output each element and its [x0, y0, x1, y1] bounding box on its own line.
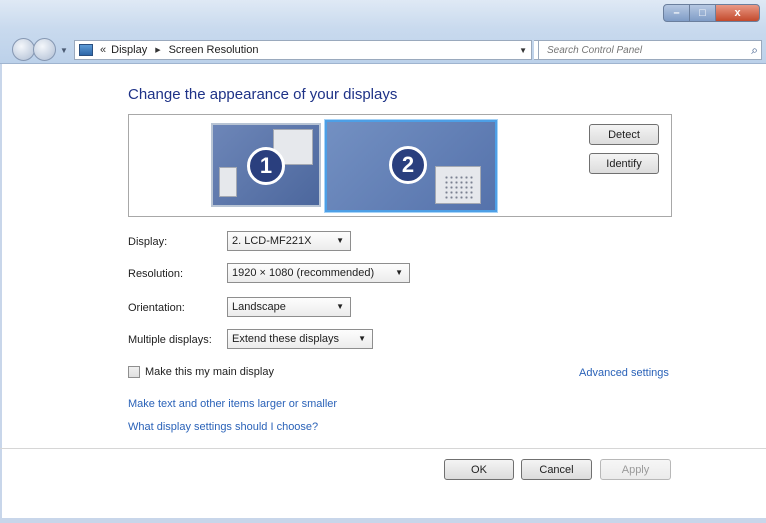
- monitor-2-thumbnail[interactable]: 2: [325, 120, 497, 212]
- window-controls: – □ x: [663, 4, 760, 24]
- address-dropdown-icon[interactable]: ▼: [519, 46, 527, 55]
- monitor-number-badge: 2: [389, 146, 427, 184]
- identify-button[interactable]: Identify: [589, 153, 659, 174]
- breadcrumb-separator-icon[interactable]: ▶: [155, 46, 160, 54]
- main-display-option[interactable]: Make this my main display: [128, 366, 274, 378]
- multiple-displays-select[interactable]: Extend these displays ▼: [227, 329, 373, 349]
- close-button[interactable]: x: [716, 4, 760, 22]
- chevron-down-icon: ▼: [395, 268, 403, 277]
- title-bar: – □ x ▼ « Display ▶ Screen Resolution ▼ …: [0, 0, 766, 64]
- apply-button[interactable]: Apply: [600, 459, 671, 480]
- navigation-bar: ▼ « Display ▶ Screen Resolution ▼ ↻ ⌕: [12, 38, 762, 62]
- monitor-number-badge: 1: [247, 147, 285, 185]
- window-preview-icon: [219, 167, 237, 197]
- chevron-down-icon: ▼: [336, 302, 344, 311]
- multiple-displays-select-value: Extend these displays: [232, 333, 340, 345]
- cancel-button[interactable]: Cancel: [521, 459, 592, 480]
- breadcrumb-overflow[interactable]: «: [100, 44, 106, 56]
- main-display-label[interactable]: Make this my main display: [145, 366, 274, 378]
- display-select[interactable]: 2. LCD-MF221X ▼: [227, 231, 351, 251]
- minimize-button[interactable]: –: [663, 4, 690, 22]
- help-link[interactable]: What display settings should I choose?: [128, 421, 318, 433]
- monitor-arrangement-panel: 1 2 Detect Identify: [128, 114, 672, 217]
- orientation-label: Orientation:: [128, 302, 185, 314]
- advanced-settings-link[interactable]: Advanced settings: [579, 367, 669, 379]
- text-size-link[interactable]: Make text and other items larger or smal…: [128, 398, 337, 410]
- address-bar[interactable]: « Display ▶ Screen Resolution ▼: [74, 40, 532, 60]
- ok-button[interactable]: OK: [444, 459, 514, 480]
- detect-button[interactable]: Detect: [589, 124, 659, 145]
- resolution-select[interactable]: 1920 × 1080 (recommended) ▼: [227, 263, 410, 283]
- recent-pages-dropdown-icon[interactable]: ▼: [60, 46, 68, 55]
- search-input[interactable]: [547, 44, 737, 56]
- chevron-down-icon: ▼: [336, 236, 344, 245]
- display-select-value: 2. LCD-MF221X: [232, 235, 312, 247]
- search-icon[interactable]: ⌕: [751, 43, 758, 58]
- window-bottom-border: [0, 518, 766, 523]
- chevron-down-icon: ▼: [358, 334, 366, 343]
- back-button[interactable]: [12, 38, 35, 61]
- screen-resolution-window: – □ x ▼ « Display ▶ Screen Resolution ▼ …: [0, 0, 766, 523]
- window-preview-icon: [435, 166, 481, 204]
- search-box[interactable]: ⌕: [538, 40, 762, 60]
- main-display-checkbox[interactable]: [128, 366, 140, 378]
- orientation-select[interactable]: Landscape ▼: [227, 297, 351, 317]
- resolution-select-value: 1920 × 1080 (recommended): [232, 267, 375, 279]
- footer-divider: [0, 448, 766, 449]
- maximize-button[interactable]: □: [690, 4, 716, 22]
- display-label: Display:: [128, 236, 168, 248]
- monitor-1-thumbnail[interactable]: 1: [211, 123, 321, 207]
- breadcrumb-screen-resolution[interactable]: Screen Resolution: [169, 44, 259, 56]
- window-left-border: [0, 64, 2, 523]
- resolution-label: Resolution:: [128, 268, 184, 280]
- forward-button[interactable]: [33, 38, 56, 61]
- multiple-displays-label: Multiple displays:: [128, 334, 212, 346]
- page-title: Change the appearance of your displays: [128, 86, 398, 103]
- breadcrumb-display[interactable]: Display: [111, 44, 147, 56]
- orientation-select-value: Landscape: [232, 301, 286, 313]
- control-panel-icon: [79, 44, 93, 56]
